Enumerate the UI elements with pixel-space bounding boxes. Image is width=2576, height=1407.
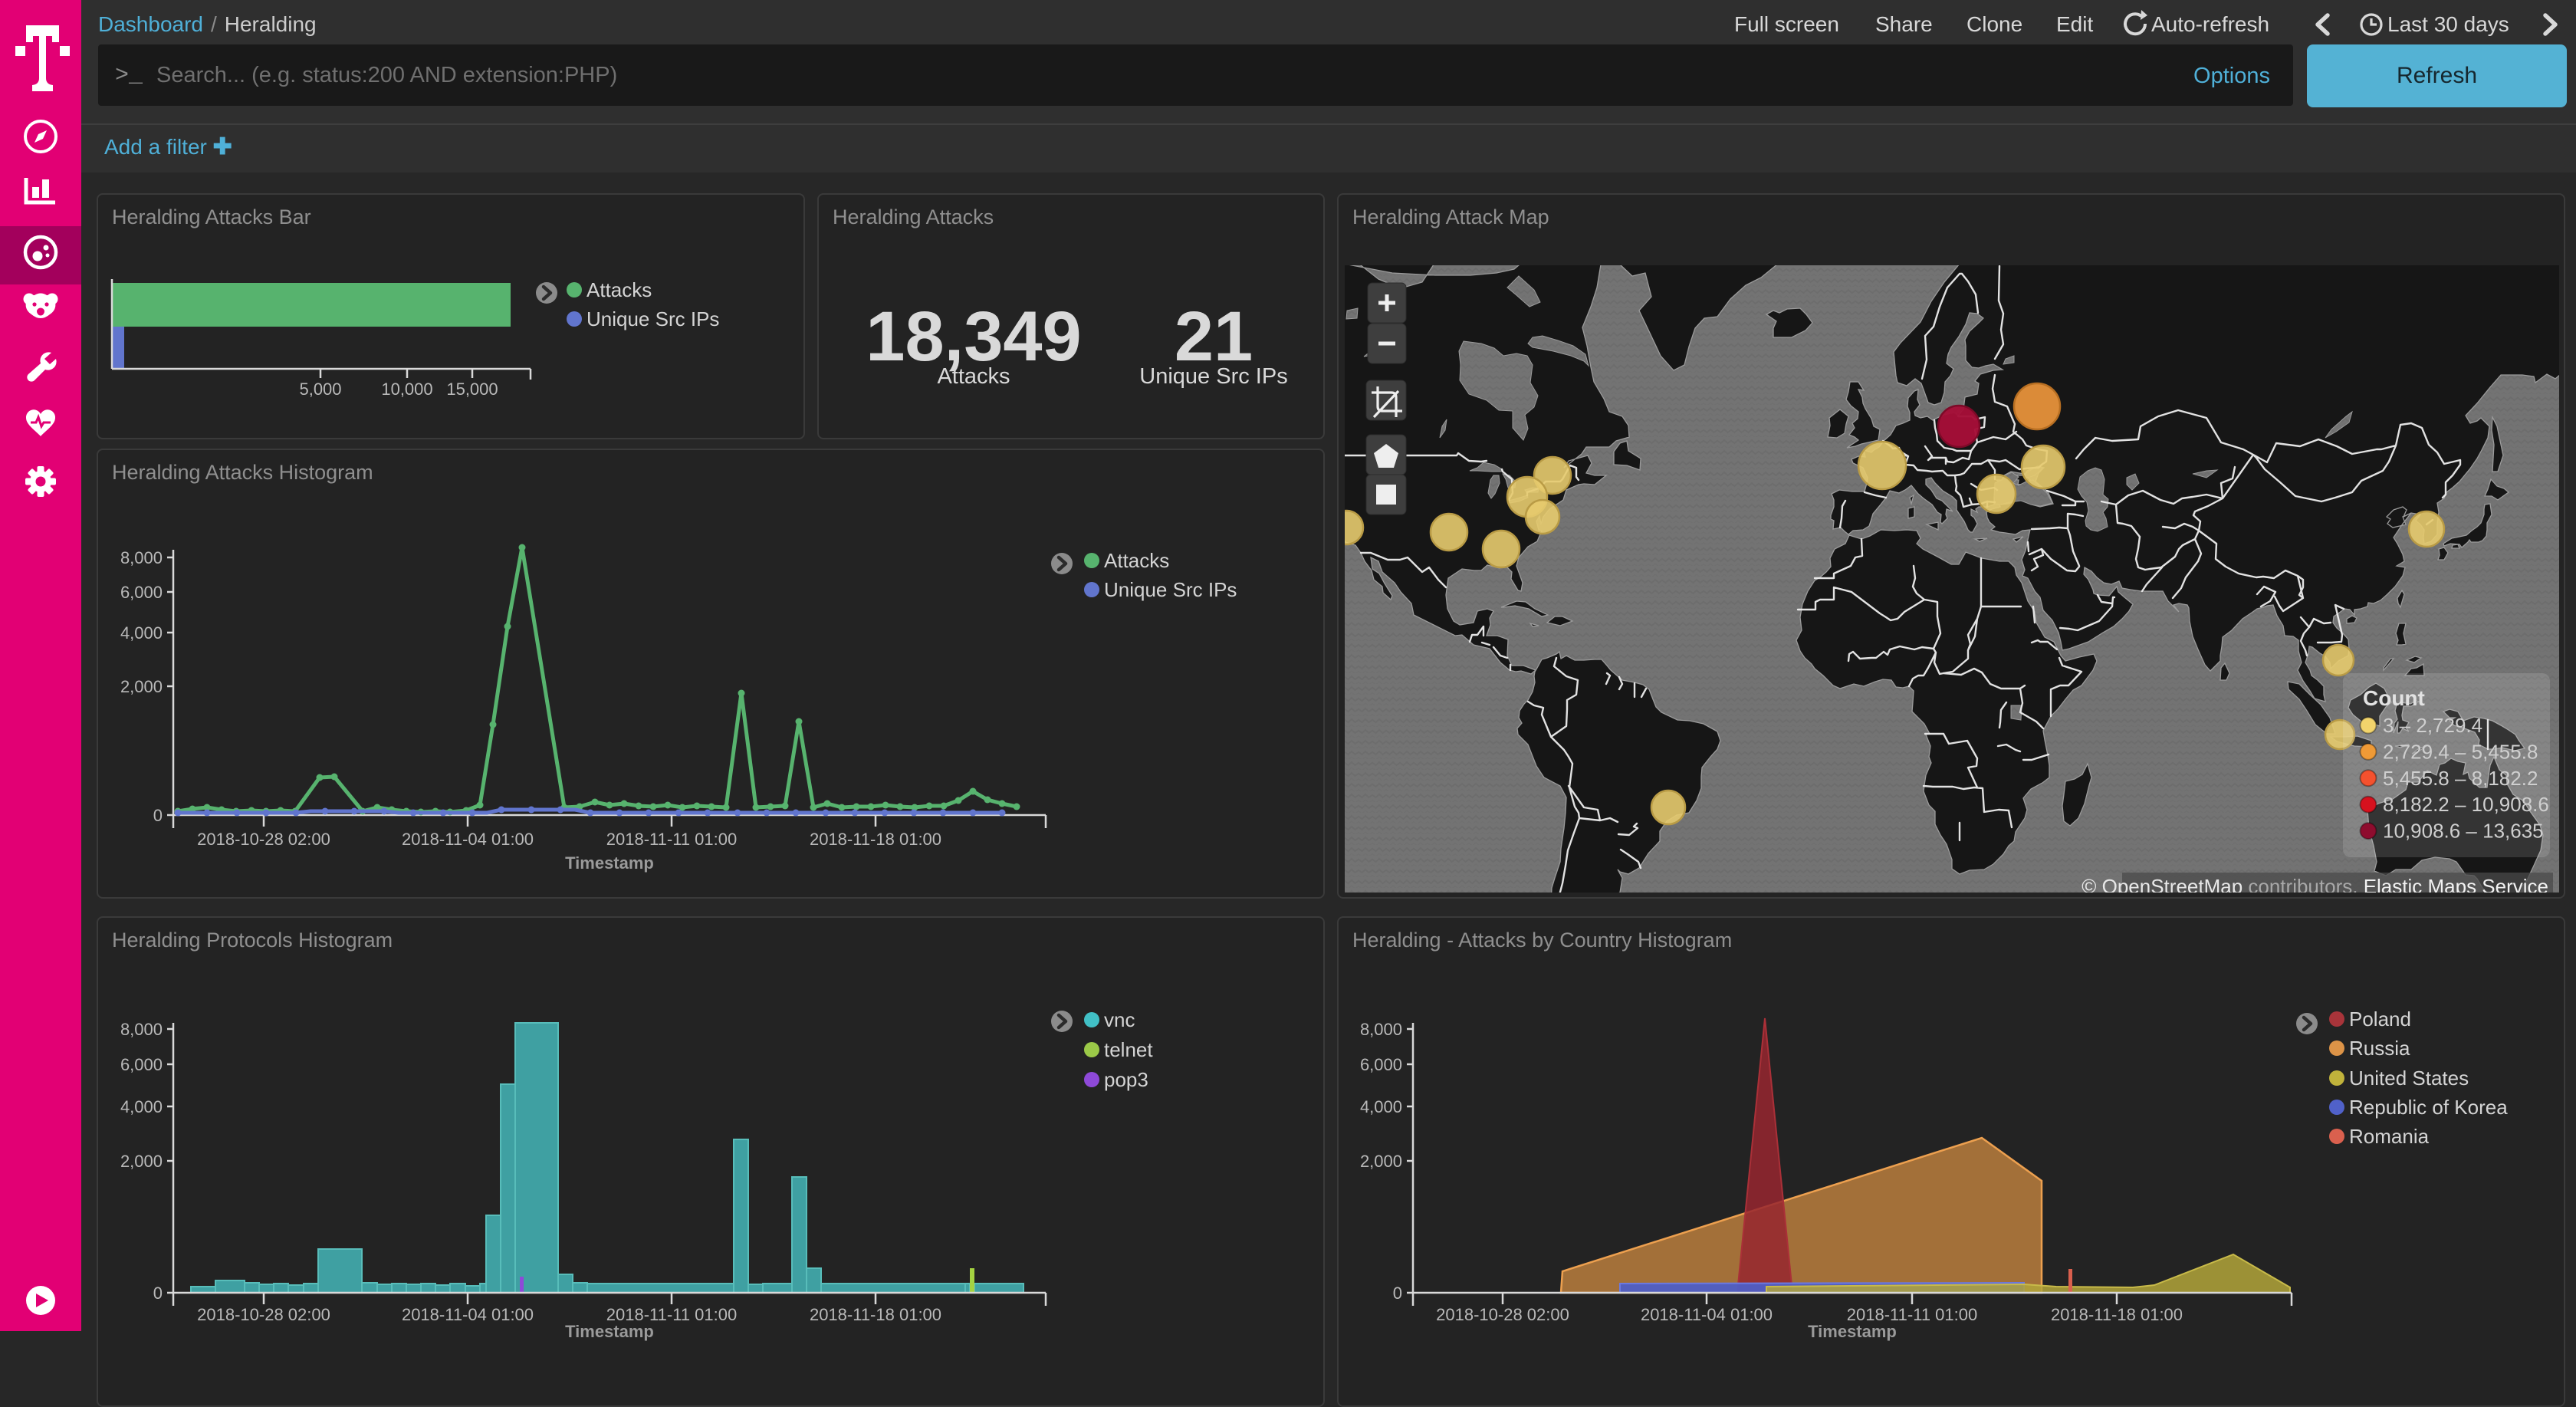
svg-text:2018-11-04 01:00: 2018-11-04 01:00 xyxy=(1641,1305,1773,1324)
svg-text:6,000: 6,000 xyxy=(120,1055,163,1074)
svg-text:Unique Src IPs: Unique Src IPs xyxy=(586,307,719,330)
svg-text:4,000: 4,000 xyxy=(120,623,163,643)
svg-text:pop3: pop3 xyxy=(1104,1068,1148,1091)
svg-text:8,182.2 – 10,908.6: 8,182.2 – 10,908.6 xyxy=(2383,793,2549,816)
svg-text:8,000: 8,000 xyxy=(120,1020,163,1039)
svg-text:8,000: 8,000 xyxy=(1360,1020,1402,1039)
svg-text:6,000: 6,000 xyxy=(120,583,163,602)
svg-text:Timestamp: Timestamp xyxy=(565,1322,654,1341)
svg-text:Timestamp: Timestamp xyxy=(1808,1322,1897,1341)
svg-text:0: 0 xyxy=(1393,1284,1402,1303)
svg-text:5,455.8 – 8,182.2: 5,455.8 – 8,182.2 xyxy=(2383,767,2538,790)
svg-text:Russia: Russia xyxy=(2349,1037,2410,1060)
svg-text:Poland: Poland xyxy=(2349,1008,2411,1031)
svg-text:vnc: vnc xyxy=(1104,1008,1135,1031)
svg-text:2018-10-28 02:00: 2018-10-28 02:00 xyxy=(197,1305,330,1324)
svg-text:Unique Src IPs: Unique Src IPs xyxy=(1104,578,1237,601)
svg-text:Attacks: Attacks xyxy=(586,278,652,301)
svg-text:8,000: 8,000 xyxy=(120,548,163,567)
svg-text:2018-11-18 01:00: 2018-11-18 01:00 xyxy=(2051,1305,2183,1324)
svg-text:0: 0 xyxy=(153,806,163,825)
svg-text:2018-11-04 01:00: 2018-11-04 01:00 xyxy=(402,830,534,849)
svg-text:5,000: 5,000 xyxy=(299,380,341,399)
svg-text:Republic of Korea: Republic of Korea xyxy=(2349,1096,2508,1119)
svg-text:15,000: 15,000 xyxy=(446,380,498,399)
svg-text:10,000: 10,000 xyxy=(381,380,432,399)
svg-text:4,000: 4,000 xyxy=(1360,1097,1402,1116)
svg-text:telnet: telnet xyxy=(1104,1038,1153,1061)
svg-text:2018-11-18 01:00: 2018-11-18 01:00 xyxy=(810,1305,941,1324)
svg-text:Timestamp: Timestamp xyxy=(565,853,654,873)
svg-text:6,000: 6,000 xyxy=(1360,1055,1402,1074)
svg-text:3 – 2,729.4: 3 – 2,729.4 xyxy=(2383,714,2482,737)
svg-text:United States: United States xyxy=(2349,1067,2469,1090)
svg-text:10,908.6 – 13,635: 10,908.6 – 13,635 xyxy=(2383,820,2544,843)
svg-text:4,000: 4,000 xyxy=(120,1097,163,1116)
svg-text:Romania: Romania xyxy=(2349,1125,2430,1148)
svg-text:© OpenStreetMap contributors,: © OpenStreetMap contributors, Elastic Ma… xyxy=(2082,875,2548,893)
svg-text:Count: Count xyxy=(2363,686,2425,710)
svg-text:2018-11-18 01:00: 2018-11-18 01:00 xyxy=(810,830,941,849)
svg-text:2018-10-28 02:00: 2018-10-28 02:00 xyxy=(1436,1305,1569,1324)
svg-text:2,729.4 – 5,455.8: 2,729.4 – 5,455.8 xyxy=(2383,740,2538,763)
svg-text:2018-10-28 02:00: 2018-10-28 02:00 xyxy=(197,830,330,849)
svg-text:2018-11-11 01:00: 2018-11-11 01:00 xyxy=(606,830,737,849)
svg-text:Attacks: Attacks xyxy=(1104,549,1169,572)
svg-text:2,000: 2,000 xyxy=(120,677,163,696)
svg-text:2,000: 2,000 xyxy=(120,1152,163,1171)
svg-text:0: 0 xyxy=(153,1284,163,1303)
svg-text:2018-11-04 01:00: 2018-11-04 01:00 xyxy=(402,1305,534,1324)
svg-text:2,000: 2,000 xyxy=(1360,1152,1402,1171)
